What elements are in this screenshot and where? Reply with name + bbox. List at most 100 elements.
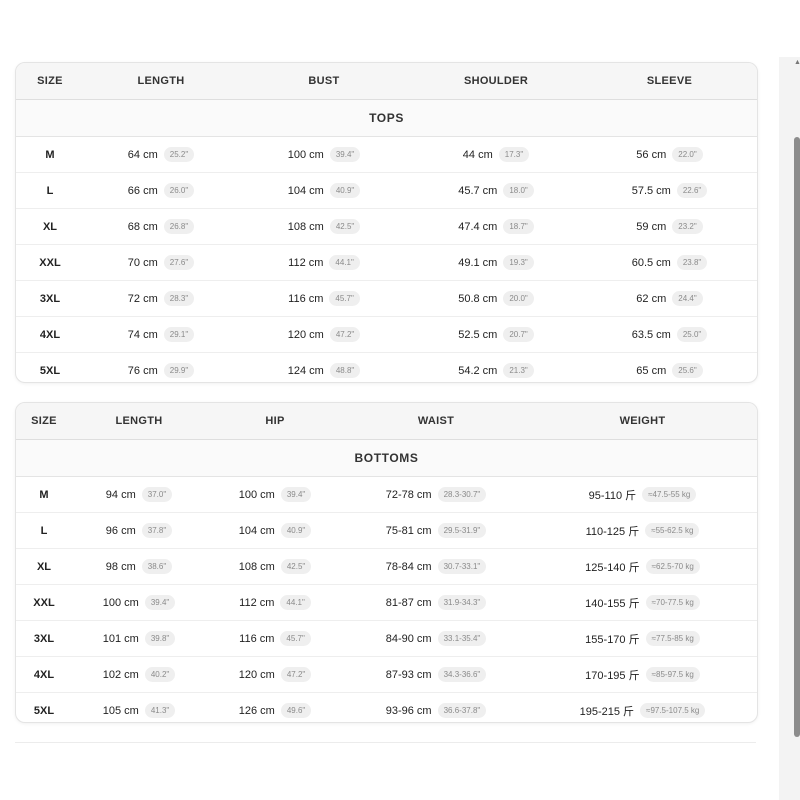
conversion-badge: 42.5"	[329, 219, 361, 234]
size-label: XXL	[33, 596, 55, 609]
measurement-cell: 84-90 cm 33.1-35.4"	[344, 631, 528, 646]
table-row: 3XL 72 cm 28.3" 116 cm 45.7" 50.8 cm 20.0" 62 c…	[16, 281, 757, 317]
measurement-cell: 87-93 cm 34.3-36.6"	[344, 667, 528, 682]
conversion-badge: 42.5"	[280, 559, 312, 574]
conversion-badge: 37.8"	[141, 523, 173, 538]
measurement-cell: 140-155 斤 ≈70-77.5 kg	[528, 595, 757, 611]
measurement-cell: 47.4 cm 18.7"	[410, 219, 582, 234]
tops-section-title: TOPS	[16, 100, 757, 137]
scrollbar-thumb[interactable]	[794, 137, 800, 737]
measurement-cell: 95-110 斤 ≈47.5-55 kg	[528, 487, 757, 503]
conversion-badge: 24.4"	[672, 291, 703, 306]
conversion-badge: 29.1"	[163, 327, 195, 342]
metric-value: 100 cm	[102, 596, 139, 609]
metric-value: 45.7 cm	[458, 184, 498, 197]
measurement-cell: 96 cm 37.8"	[72, 523, 206, 538]
measurement-cell: 50.8 cm 20.0"	[410, 291, 582, 306]
conversion-badge: 49.6"	[280, 703, 312, 718]
measurement-cell: 65 cm 25.6"	[582, 363, 757, 378]
table-row: 4XL 74 cm 29.1" 120 cm 47.2" 52.5 cm 20.7" 63.5…	[16, 317, 757, 353]
table-row: M 94 cm 37.0" 100 cm 39.4" 72-78 cm 28.3-30.7"…	[16, 477, 757, 513]
conversion-badge: ≈85-97.5 kg	[645, 667, 700, 682]
conversion-badge: ≈55-62.5 kg	[645, 523, 700, 538]
table-row: XXL 100 cm 39.4" 112 cm 44.1" 81-87 cm 31.9-34…	[16, 585, 757, 621]
conversion-badge: 19.3"	[503, 255, 534, 270]
metric-value: 100 cm	[238, 488, 275, 501]
size-label: M	[45, 148, 55, 161]
size-label: 3XL	[33, 632, 55, 645]
size-label: XL	[42, 220, 58, 233]
metric-value: 110-125 斤	[585, 525, 640, 538]
column-header-sleeve: SLEEVE	[646, 75, 693, 87]
metric-value: 108 cm	[238, 560, 275, 573]
metric-value: 87-93 cm	[385, 668, 432, 681]
metric-value: 76 cm	[127, 364, 158, 377]
measurement-cell: 120 cm 47.2"	[206, 667, 344, 682]
conversion-badge: 26.8"	[163, 219, 195, 234]
conversion-badge: 33.1-35.4"	[437, 631, 487, 646]
metric-value: 95-110 斤	[588, 489, 637, 502]
conversion-badge: 20.0"	[503, 291, 534, 306]
conversion-badge: 44.1"	[280, 595, 311, 610]
measurement-cell: 100 cm 39.4"	[206, 487, 344, 502]
metric-value: 66 cm	[127, 184, 158, 197]
metric-value: 140-155 斤	[585, 597, 640, 610]
conversion-badge: 18.0"	[503, 183, 534, 198]
conversion-badge: 29.5-31.9"	[437, 523, 487, 538]
measurement-cell: 98 cm 38.6"	[72, 559, 206, 574]
measurement-cell: 100 cm 39.4"	[72, 595, 206, 610]
metric-value: 59 cm	[636, 220, 667, 233]
conversion-badge: 18.7"	[503, 219, 534, 234]
table-row: 5XL 105 cm 41.3" 126 cm 49.6" 93-96 cm 36.6-37…	[16, 693, 757, 722]
metric-value: 120 cm	[287, 328, 324, 341]
measurement-cell: 120 cm 47.2"	[238, 327, 410, 342]
measurement-cell: 108 cm 42.5"	[238, 219, 410, 234]
measurement-cell: 72-78 cm 28.3-30.7"	[344, 487, 528, 502]
metric-value: 125-140 斤	[585, 561, 640, 574]
conversion-badge: 48.8"	[329, 363, 361, 378]
conversion-badge: 21.3"	[503, 363, 534, 378]
metric-value: 44 cm	[462, 148, 493, 161]
measurement-cell: 100 cm 39.4"	[238, 147, 410, 162]
measurement-cell: 108 cm 42.5"	[206, 559, 344, 574]
conversion-badge: 47.2"	[329, 327, 361, 342]
metric-value: 170-195 斤	[585, 669, 640, 682]
conversion-badge: 30.7-33.1"	[437, 559, 487, 574]
size-label: 5XL	[39, 364, 61, 377]
metric-value: 126 cm	[238, 704, 275, 717]
conversion-badge: 39.4"	[329, 147, 361, 162]
table-row: 5XL 76 cm 29.9" 124 cm 48.8" 54.2 cm 21.3" 65 c…	[16, 353, 757, 382]
conversion-badge: 22.6"	[676, 183, 708, 198]
conversion-badge: 38.6"	[141, 559, 173, 574]
measurement-cell: 78-84 cm 30.7-33.1"	[344, 559, 528, 574]
conversion-badge: 39.4"	[144, 595, 176, 610]
metric-value: 68 cm	[127, 220, 158, 233]
size-label: M	[39, 488, 49, 501]
scroll-up-arrow-icon[interactable]: ▲	[794, 59, 800, 66]
measurement-cell: 60.5 cm 23.8"	[582, 255, 757, 270]
metric-value: 96 cm	[105, 524, 136, 537]
bottoms-size-table: SIZE LENGTH HIP WAIST WEIGHT BOTTOMS M 94 cm 37.…	[15, 402, 758, 723]
metric-value: 120 cm	[238, 668, 275, 681]
table-row: L 96 cm 37.8" 104 cm 40.9" 75-81 cm 29.5-31.9"…	[16, 513, 757, 549]
column-header-hip: HIP	[265, 415, 285, 427]
metric-value: 54.2 cm	[458, 364, 498, 377]
metric-value: 93-96 cm	[385, 704, 432, 717]
column-header-shoulder: SHOULDER	[463, 75, 529, 87]
conversion-badge: 22.0"	[672, 147, 703, 162]
metric-value: 47.4 cm	[458, 220, 498, 233]
measurement-cell: 116 cm 45.7"	[206, 631, 344, 646]
measurement-cell: 63.5 cm 25.0"	[582, 327, 757, 342]
size-label: 5XL	[33, 704, 55, 717]
measurement-cell: 112 cm 44.1"	[238, 255, 410, 270]
metric-value: 57.5 cm	[631, 184, 671, 197]
metric-value: 81-87 cm	[385, 596, 432, 609]
measurement-cell: 75-81 cm 29.5-31.9"	[344, 523, 528, 538]
measurement-cell: 54.2 cm 21.3"	[410, 363, 582, 378]
measurement-cell: 57.5 cm 22.6"	[582, 183, 757, 198]
measurement-cell: 170-195 斤 ≈85-97.5 kg	[528, 667, 757, 683]
conversion-badge: 47.2"	[280, 667, 312, 682]
column-header-length: LENGTH	[115, 415, 163, 427]
conversion-badge: 25.2"	[163, 147, 195, 162]
metric-value: 50.8 cm	[458, 292, 498, 305]
